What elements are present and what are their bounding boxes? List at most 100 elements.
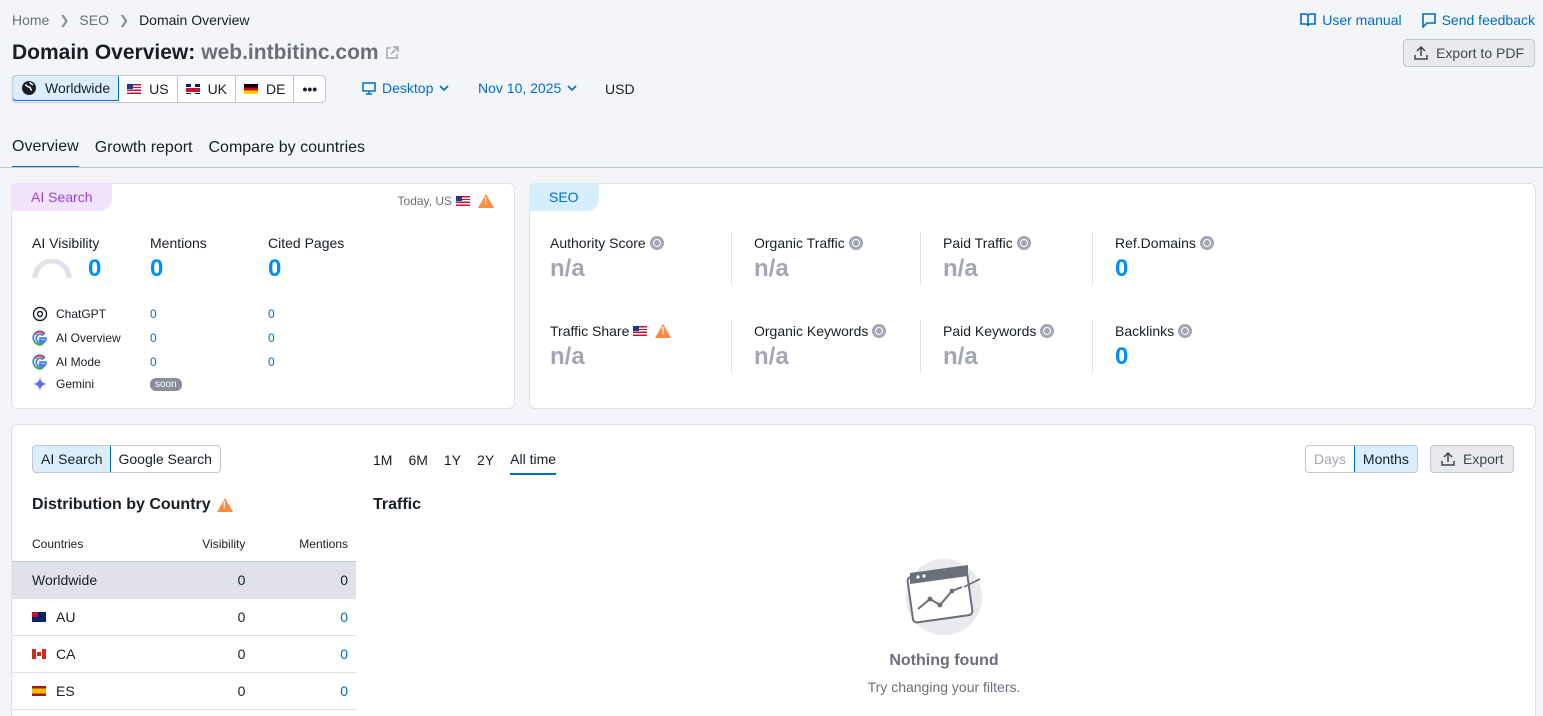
source-cited[interactable]: 0 [268,307,275,321]
date-dropdown[interactable]: Nov 10, 2025 [478,80,577,96]
cited-pages-label: Cited Pages [268,235,345,251]
period-6m[interactable]: 6M [408,452,427,474]
source-cited[interactable]: 0 [268,331,275,345]
google-search-toggle[interactable]: Google Search [110,446,219,472]
ref-domains-metric: Ref.Domains 0 [1115,235,1214,283]
col-visibility[interactable]: Visibility [159,527,254,562]
divider [920,232,921,284]
currency-label: USD [605,81,635,97]
paid-traffic-metric: Paid Traffic n/a [943,235,1031,283]
ref-domains-label: Ref.Domains [1115,235,1196,251]
backlinks-value[interactable]: 0 [1115,343,1192,371]
cited-pages-value[interactable]: 0 [268,255,344,283]
organic-traffic-value: n/a [754,255,789,282]
organic-traffic-metric: Organic Traffic n/a [754,235,863,283]
ref-domains-value[interactable]: 0 [1115,255,1214,283]
visibility-cell: 0 [159,598,254,636]
db-uk-button[interactable]: UK [178,76,237,102]
es-flag-icon [32,685,46,696]
domain-name[interactable]: web.intbitinc.com [201,41,378,65]
export-button[interactable]: Export [1430,445,1515,473]
info-icon[interactable] [848,236,863,250]
info-icon[interactable] [1178,324,1193,338]
db-worldwide-button[interactable]: Worldwide [13,76,120,101]
backlinks-metric: Backlinks 0 [1115,323,1193,371]
table-row[interactable]: CA 0 0 [12,635,356,673]
table-row[interactable]: Worldwide 0 0 [12,561,356,599]
ai-sources-list: ChatGPT 0 0 AI Overview 0 0 AI Mode 0 0 … [32,302,312,394]
breadcrumb-current: Domain Overview [139,12,250,28]
warning-icon[interactable] [655,324,672,338]
empty-state-subtitle: Try changing your filters. [867,679,1021,695]
ai-search-toggle[interactable]: AI Search [32,446,112,472]
db-de-label: DE [266,81,286,97]
table-row[interactable]: AU 0 0 [12,598,356,636]
info-icon[interactable] [872,324,887,338]
db-more-button[interactable]: ••• [294,76,325,102]
distribution-title-label: Distribution by Country [32,496,211,513]
months-toggle[interactable]: Months [1353,446,1417,472]
country-name: ES [56,682,75,699]
db-de-button[interactable]: DE [236,76,295,102]
warning-icon[interactable] [478,194,494,208]
mentions-cell[interactable]: 0 [253,598,356,636]
col-countries[interactable]: Countries [12,527,160,562]
more-icon: ••• [302,81,318,97]
info-icon[interactable] [1040,324,1055,338]
breadcrumb-home[interactable]: Home [12,12,49,28]
info-icon[interactable] [1016,236,1031,250]
db-us-button[interactable]: US [119,76,178,102]
external-link-icon[interactable] [385,46,399,60]
period-1m[interactable]: 1M [373,452,392,474]
breadcrumb: Home ❯ SEO ❯ Domain Overview [12,12,250,28]
mentions-cell[interactable]: 0 [253,635,356,673]
tab-compare-countries[interactable]: Compare by countries [209,139,366,167]
mentions-cell[interactable]: 0 [253,672,356,710]
table-row[interactable]: ES 0 0 [12,672,356,710]
paid-keywords-value: n/a [943,343,978,370]
source-mentions[interactable]: 0 [150,331,268,345]
authority-score-label: Authority Score [550,235,646,251]
source-row: AI Mode 0 0 [32,350,312,374]
table-header: Countries Visibility Mentions [12,527,356,562]
globe-icon [22,81,36,95]
us-flag-icon [633,326,648,336]
send-feedback-link[interactable]: Send feedback [1421,12,1535,28]
traffic-title: Traffic [373,496,422,513]
ai-visibility-value[interactable]: 0 [88,255,101,283]
tab-growth-report[interactable]: Growth report [95,139,193,167]
user-manual-label: User manual [1322,12,1402,28]
country-name: AU [56,608,76,625]
country-cell: CA [12,635,160,673]
paid-traffic-value: n/a [943,255,978,282]
breadcrumb-seo[interactable]: SEO [79,12,109,28]
mentions-value[interactable]: 0 [150,255,207,283]
col-mentions[interactable]: Mentions [253,527,356,562]
tab-overview[interactable]: Overview [12,138,79,168]
export-label: Export [1463,451,1504,467]
source-row: Gemini soon [32,374,312,394]
granularity-toggle: Days Months [1305,445,1418,473]
de-flag-icon [244,84,259,94]
period-all-time[interactable]: All time [510,451,557,475]
organic-keywords-value: n/a [754,343,789,370]
book-icon [1300,13,1317,27]
source-mentions[interactable]: 0 [150,307,268,321]
export-pdf-button[interactable]: Export to PDF [1403,39,1535,67]
source-cited[interactable]: 0 [268,355,275,369]
device-dropdown[interactable]: Desktop [362,80,449,96]
gemini-icon [32,376,48,392]
seo-badge: SEO [529,183,599,211]
period-1y[interactable]: 1Y [444,452,461,474]
period-2y[interactable]: 2Y [477,452,494,474]
google-icon [32,354,47,370]
info-icon[interactable] [649,236,664,250]
distribution-card: AI Search Google Search 1M 6M 1Y 2Y All … [11,424,1536,716]
gauge-icon [32,259,72,279]
authority-score-value: n/a [550,255,585,282]
warning-icon[interactable] [216,498,233,512]
info-icon[interactable] [1199,236,1214,250]
days-toggle[interactable]: Days [1306,446,1355,472]
user-manual-link[interactable]: User manual [1300,12,1402,28]
source-mentions[interactable]: 0 [150,355,268,369]
